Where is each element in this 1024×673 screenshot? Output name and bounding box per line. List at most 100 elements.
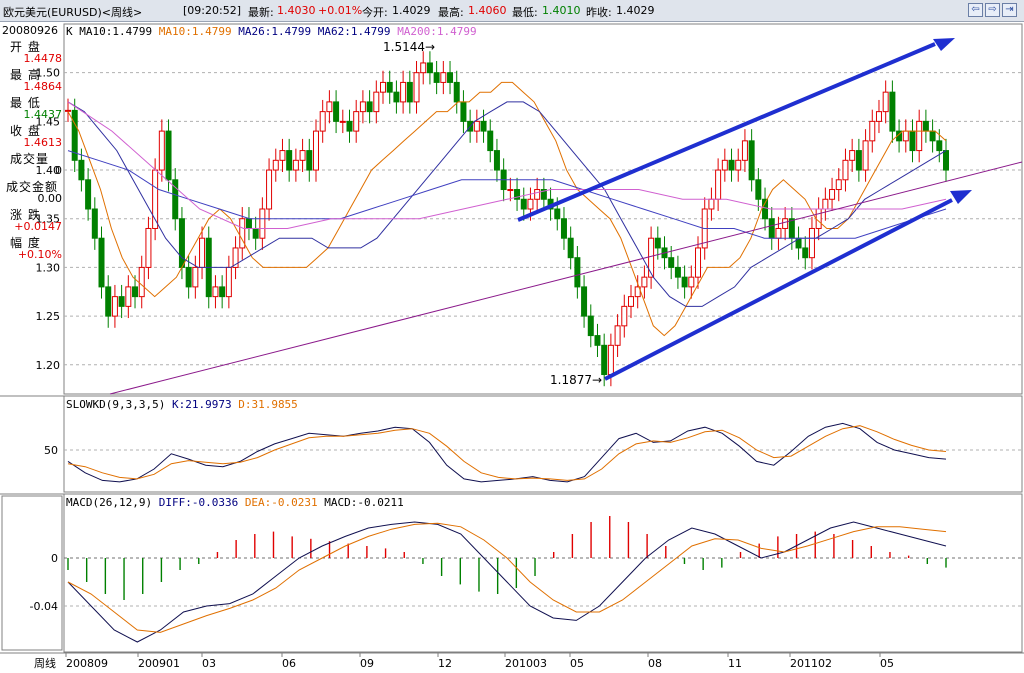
x-tick-label: 05 <box>570 657 584 670</box>
x-tick-label: 09 <box>360 657 374 670</box>
legend-item: DIFF:-0.0336 <box>159 496 245 509</box>
candle-body <box>869 120 876 142</box>
candle-body <box>875 111 882 122</box>
candle-body <box>621 305 628 327</box>
candle-body <box>312 130 319 171</box>
candle-body <box>835 179 842 191</box>
candle-body <box>132 286 139 298</box>
high-value: 1.4060 <box>468 4 507 17</box>
candle-body <box>614 325 621 346</box>
candle-body <box>266 169 273 210</box>
high-value: 1.4864 <box>23 80 63 93</box>
candle-body <box>815 208 822 229</box>
candle-body <box>426 62 433 74</box>
chart-background <box>0 22 1024 673</box>
close-value: 1.4613 <box>23 136 63 149</box>
x-tick-label: 200809 <box>66 657 108 670</box>
candle-body <box>326 101 333 113</box>
candle-body <box>158 130 165 171</box>
candle-body <box>333 101 340 122</box>
candle-body <box>319 111 326 132</box>
candle-body <box>279 150 286 161</box>
candle-body <box>339 120 346 123</box>
candle-body <box>768 218 775 239</box>
macd-tick-label: 0 <box>51 552 58 565</box>
candle-body <box>715 169 722 200</box>
price-legend: K MA10:1.4799 MA10:1.4799 MA26:1.4799 MA… <box>66 25 477 38</box>
pct-value: +0.10% <box>17 248 62 261</box>
legend-item: K <box>66 25 79 38</box>
price-tick-label: 1.25 <box>36 310 61 323</box>
info-panel: 20080926 开 盘 1.4478 最 高 1.4864 最 低 1.443… <box>0 22 64 262</box>
amount-value: 0.00 <box>37 192 63 205</box>
candle-body <box>373 91 380 113</box>
legend-item: DEA:-0.0231 <box>245 496 324 509</box>
candle-body <box>85 179 92 210</box>
candle-body <box>554 208 561 220</box>
open-label: 今开: <box>362 6 388 19</box>
candle-body <box>299 150 306 161</box>
latest-value: 1.4030 <box>277 4 316 17</box>
candle-body <box>587 315 594 337</box>
candle-body <box>433 72 440 83</box>
candle-body <box>607 344 614 376</box>
candle-body <box>346 120 353 132</box>
candle-body <box>936 140 943 152</box>
candle-body <box>406 81 413 103</box>
candle-body <box>862 140 869 171</box>
high-label: 最高: <box>438 6 464 19</box>
next-button[interactable]: ⇨ <box>985 3 1000 17</box>
candle-body <box>185 266 192 288</box>
candle-body <box>641 276 648 288</box>
end-button[interactable]: ⇥ <box>1002 3 1017 17</box>
candle-body <box>219 286 226 298</box>
chart-area[interactable]: 1.501.451.401.351.301.251.20 1.5144→1.18… <box>0 22 1024 673</box>
low-label: 最低: <box>512 6 538 19</box>
legend-item: D:31.9855 <box>238 398 298 411</box>
open-value: 1.4029 <box>392 4 431 17</box>
candle-body <box>125 286 132 307</box>
candle-body <box>855 150 862 171</box>
x-tick-label: 12 <box>438 657 452 670</box>
change-value: +0.0147 <box>14 220 62 233</box>
candle-body <box>460 101 467 122</box>
candle-body <box>788 218 795 239</box>
candle-body <box>286 150 293 171</box>
candle-body <box>165 130 172 181</box>
candle-body <box>272 159 279 171</box>
info-date: 20080926 <box>2 24 58 37</box>
candle-body <box>413 72 420 103</box>
candle-body <box>581 286 588 317</box>
x-axis-label: 周线 <box>34 656 56 670</box>
candle-body <box>601 344 608 376</box>
candle-body <box>111 296 118 317</box>
candle-body <box>105 286 112 317</box>
candle-body <box>480 120 487 132</box>
macd-legend: MACD(26,12,9) DIFF:-0.0336 DEA:-0.0231 M… <box>66 496 404 509</box>
candle-body <box>192 266 199 288</box>
candle-body <box>520 198 527 210</box>
candle-body <box>212 286 219 298</box>
candle-body <box>440 72 447 83</box>
kd-legend: SLOWKD(9,3,3,5) K:21.9973 D:31.9855 <box>66 398 298 411</box>
candle-body <box>929 130 936 142</box>
candle-body <box>648 237 655 278</box>
candle-body <box>627 296 634 307</box>
title-bar: 欧元美元(EURUSD)<周线> [09:20:52] 最新: 1.4030 +… <box>0 0 1024 22</box>
candle-body <box>145 227 152 268</box>
candle-body <box>252 227 259 239</box>
candle-body <box>849 150 856 161</box>
candle-body <box>225 266 232 298</box>
prev-button[interactable]: ⇦ <box>968 3 983 17</box>
candle-body <box>775 227 782 239</box>
candle-body <box>118 296 125 307</box>
legend-item: MACD(26,12,9) <box>66 496 159 509</box>
trough-annotation: 1.1877→ <box>550 373 602 387</box>
candle-body <box>292 159 299 171</box>
candle-body <box>400 81 407 103</box>
candle-body <box>353 111 360 132</box>
candle-body <box>782 218 789 229</box>
candle-body <box>674 266 681 278</box>
price-tick-label: 1.30 <box>36 261 61 274</box>
candle-body <box>902 130 909 142</box>
